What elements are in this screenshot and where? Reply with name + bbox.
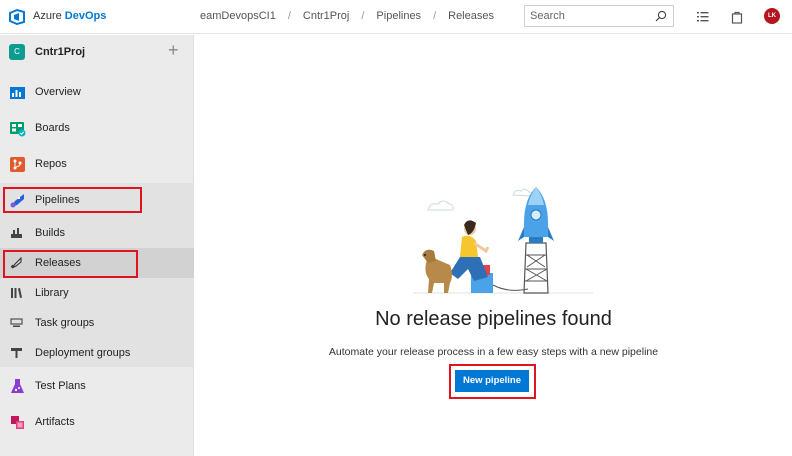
empty-state-illustration	[413, 187, 593, 294]
library-icon	[11, 288, 22, 298]
add-icon[interactable]: +	[168, 40, 179, 60]
breadcrumb-separator: /	[287, 10, 291, 22]
sidebar-item-artifacts[interactable]: Artifacts	[0, 405, 194, 439]
breadcrumb-pipelines[interactable]: Pipelines	[376, 10, 421, 22]
breadcrumb-organization[interactable]: eamDevopsCI1	[200, 10, 276, 22]
search-icon	[655, 10, 667, 22]
main-content: No release pipelines found Automate your…	[195, 35, 792, 456]
breadcrumb-separator: /	[433, 10, 437, 22]
overview-icon	[10, 87, 25, 99]
sidebar-item-deployment-groups[interactable]: Deployment groups	[0, 338, 194, 368]
sidebar-item-label: Library	[35, 287, 69, 299]
sidebar-item-task-groups[interactable]: Task groups	[0, 308, 194, 338]
avatar[interactable]: LK	[764, 8, 780, 24]
sidebar-item-label: Repos	[35, 158, 67, 170]
sidebar: C Cntr1Proj + Overview Boards Repos Pipe…	[0, 35, 194, 456]
artifacts-icon	[11, 416, 24, 429]
sidebar-item-boards[interactable]: Boards	[0, 111, 194, 145]
sidebar-item-label: Deployment groups	[35, 347, 131, 359]
sidebar-item-label: Artifacts	[35, 416, 75, 428]
sidebar-item-repos[interactable]: Repos	[0, 147, 194, 181]
repos-icon	[10, 157, 25, 172]
top-bar: Azure DevOps eamDevopsCI1 / Cntr1Proj / …	[0, 0, 792, 34]
sidebar-item-label: Test Plans	[35, 380, 86, 392]
search-input[interactable]: Search	[524, 5, 674, 27]
sidebar-item-library[interactable]: Library	[0, 278, 194, 308]
pipelines-submenu: Builds Releases Library Task groups Depl…	[0, 216, 194, 367]
shopping-bag-icon[interactable]	[730, 10, 744, 24]
test-plans-icon	[11, 379, 24, 393]
sidebar-item-label: Builds	[35, 227, 65, 239]
empty-state-description: Automate your release process in a few e…	[328, 346, 659, 358]
project-header[interactable]: C Cntr1Proj +	[0, 35, 194, 71]
brand-prefix: Azure	[33, 10, 65, 22]
builds-icon	[11, 228, 22, 238]
brand-title[interactable]: Azure DevOps	[33, 10, 106, 22]
pipelines-highlight-box	[3, 187, 142, 213]
project-name: Cntr1Proj	[35, 46, 86, 58]
brand-name: DevOps	[64, 10, 107, 22]
task-groups-icon	[10, 318, 23, 327]
breadcrumb-project[interactable]: Cntr1Proj	[303, 10, 349, 22]
search-placeholder: Search	[530, 10, 565, 22]
boards-icon	[10, 122, 26, 137]
deployment-groups-icon	[11, 348, 22, 358]
sidebar-item-test-plans[interactable]: Test Plans	[0, 369, 194, 403]
new-pipeline-highlight-box	[449, 364, 536, 399]
task-list-icon[interactable]	[696, 10, 710, 24]
sidebar-item-label: Overview	[35, 86, 81, 98]
breadcrumb: eamDevopsCI1 / Cntr1Proj / Pipelines / R…	[200, 10, 494, 22]
breadcrumb-releases[interactable]: Releases	[448, 10, 494, 22]
breadcrumb-separator: /	[361, 10, 365, 22]
empty-state-title: No release pipelines found	[375, 308, 612, 330]
releases-highlight-box	[3, 250, 138, 278]
project-badge: C	[9, 44, 25, 60]
sidebar-item-label: Task groups	[35, 317, 95, 329]
sidebar-item-overview[interactable]: Overview	[0, 75, 194, 109]
sidebar-item-label: Boards	[35, 122, 70, 134]
azure-devops-logo-icon[interactable]	[8, 8, 26, 26]
sidebar-item-builds[interactable]: Builds	[0, 218, 194, 248]
